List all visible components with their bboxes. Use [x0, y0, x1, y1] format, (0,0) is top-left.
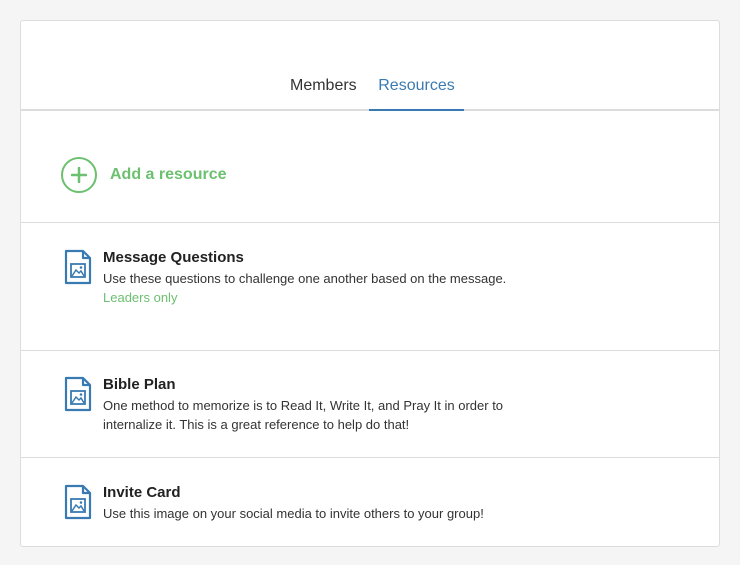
add-resource-row: Add a resource: [21, 111, 719, 223]
document-image-icon: [64, 484, 92, 525]
resource-title: Invite Card: [103, 484, 181, 501]
tab-members[interactable]: Members: [290, 77, 357, 111]
add-resource-button[interactable]: Add a resource: [61, 157, 226, 193]
resource-item-bible-plan[interactable]: Bible Plan One method to memorize is to …: [21, 351, 719, 458]
resources-card: Members Resources Add a resource Message…: [20, 20, 720, 547]
tab-resources[interactable]: Resources: [369, 77, 464, 111]
plus-icon: [61, 157, 97, 193]
document-image-icon: [64, 376, 92, 417]
resource-text: Bible Plan One method to memorize is to …: [103, 376, 533, 434]
leaders-only-tag: Leaders only: [103, 290, 178, 305]
resource-text: Message Questions Use these questions to…: [103, 249, 533, 307]
resource-description: Use this image on your social media to i…: [103, 506, 484, 521]
resource-title: Message Questions: [103, 249, 244, 266]
resource-item-message-questions[interactable]: Message Questions Use these questions to…: [21, 224, 719, 351]
resource-text: Invite Card Use this image on your socia…: [103, 484, 533, 523]
resource-item-invite-card[interactable]: Invite Card Use this image on your socia…: [21, 458, 719, 547]
tab-bar: Members Resources: [21, 21, 719, 111]
resource-title: Bible Plan: [103, 376, 176, 393]
resource-description: One method to memorize is to Read It, Wr…: [103, 398, 504, 432]
document-image-icon: [64, 249, 92, 290]
resource-description: Use these questions to challenge one ano…: [103, 271, 507, 286]
add-resource-label: Add a resource: [110, 166, 227, 183]
